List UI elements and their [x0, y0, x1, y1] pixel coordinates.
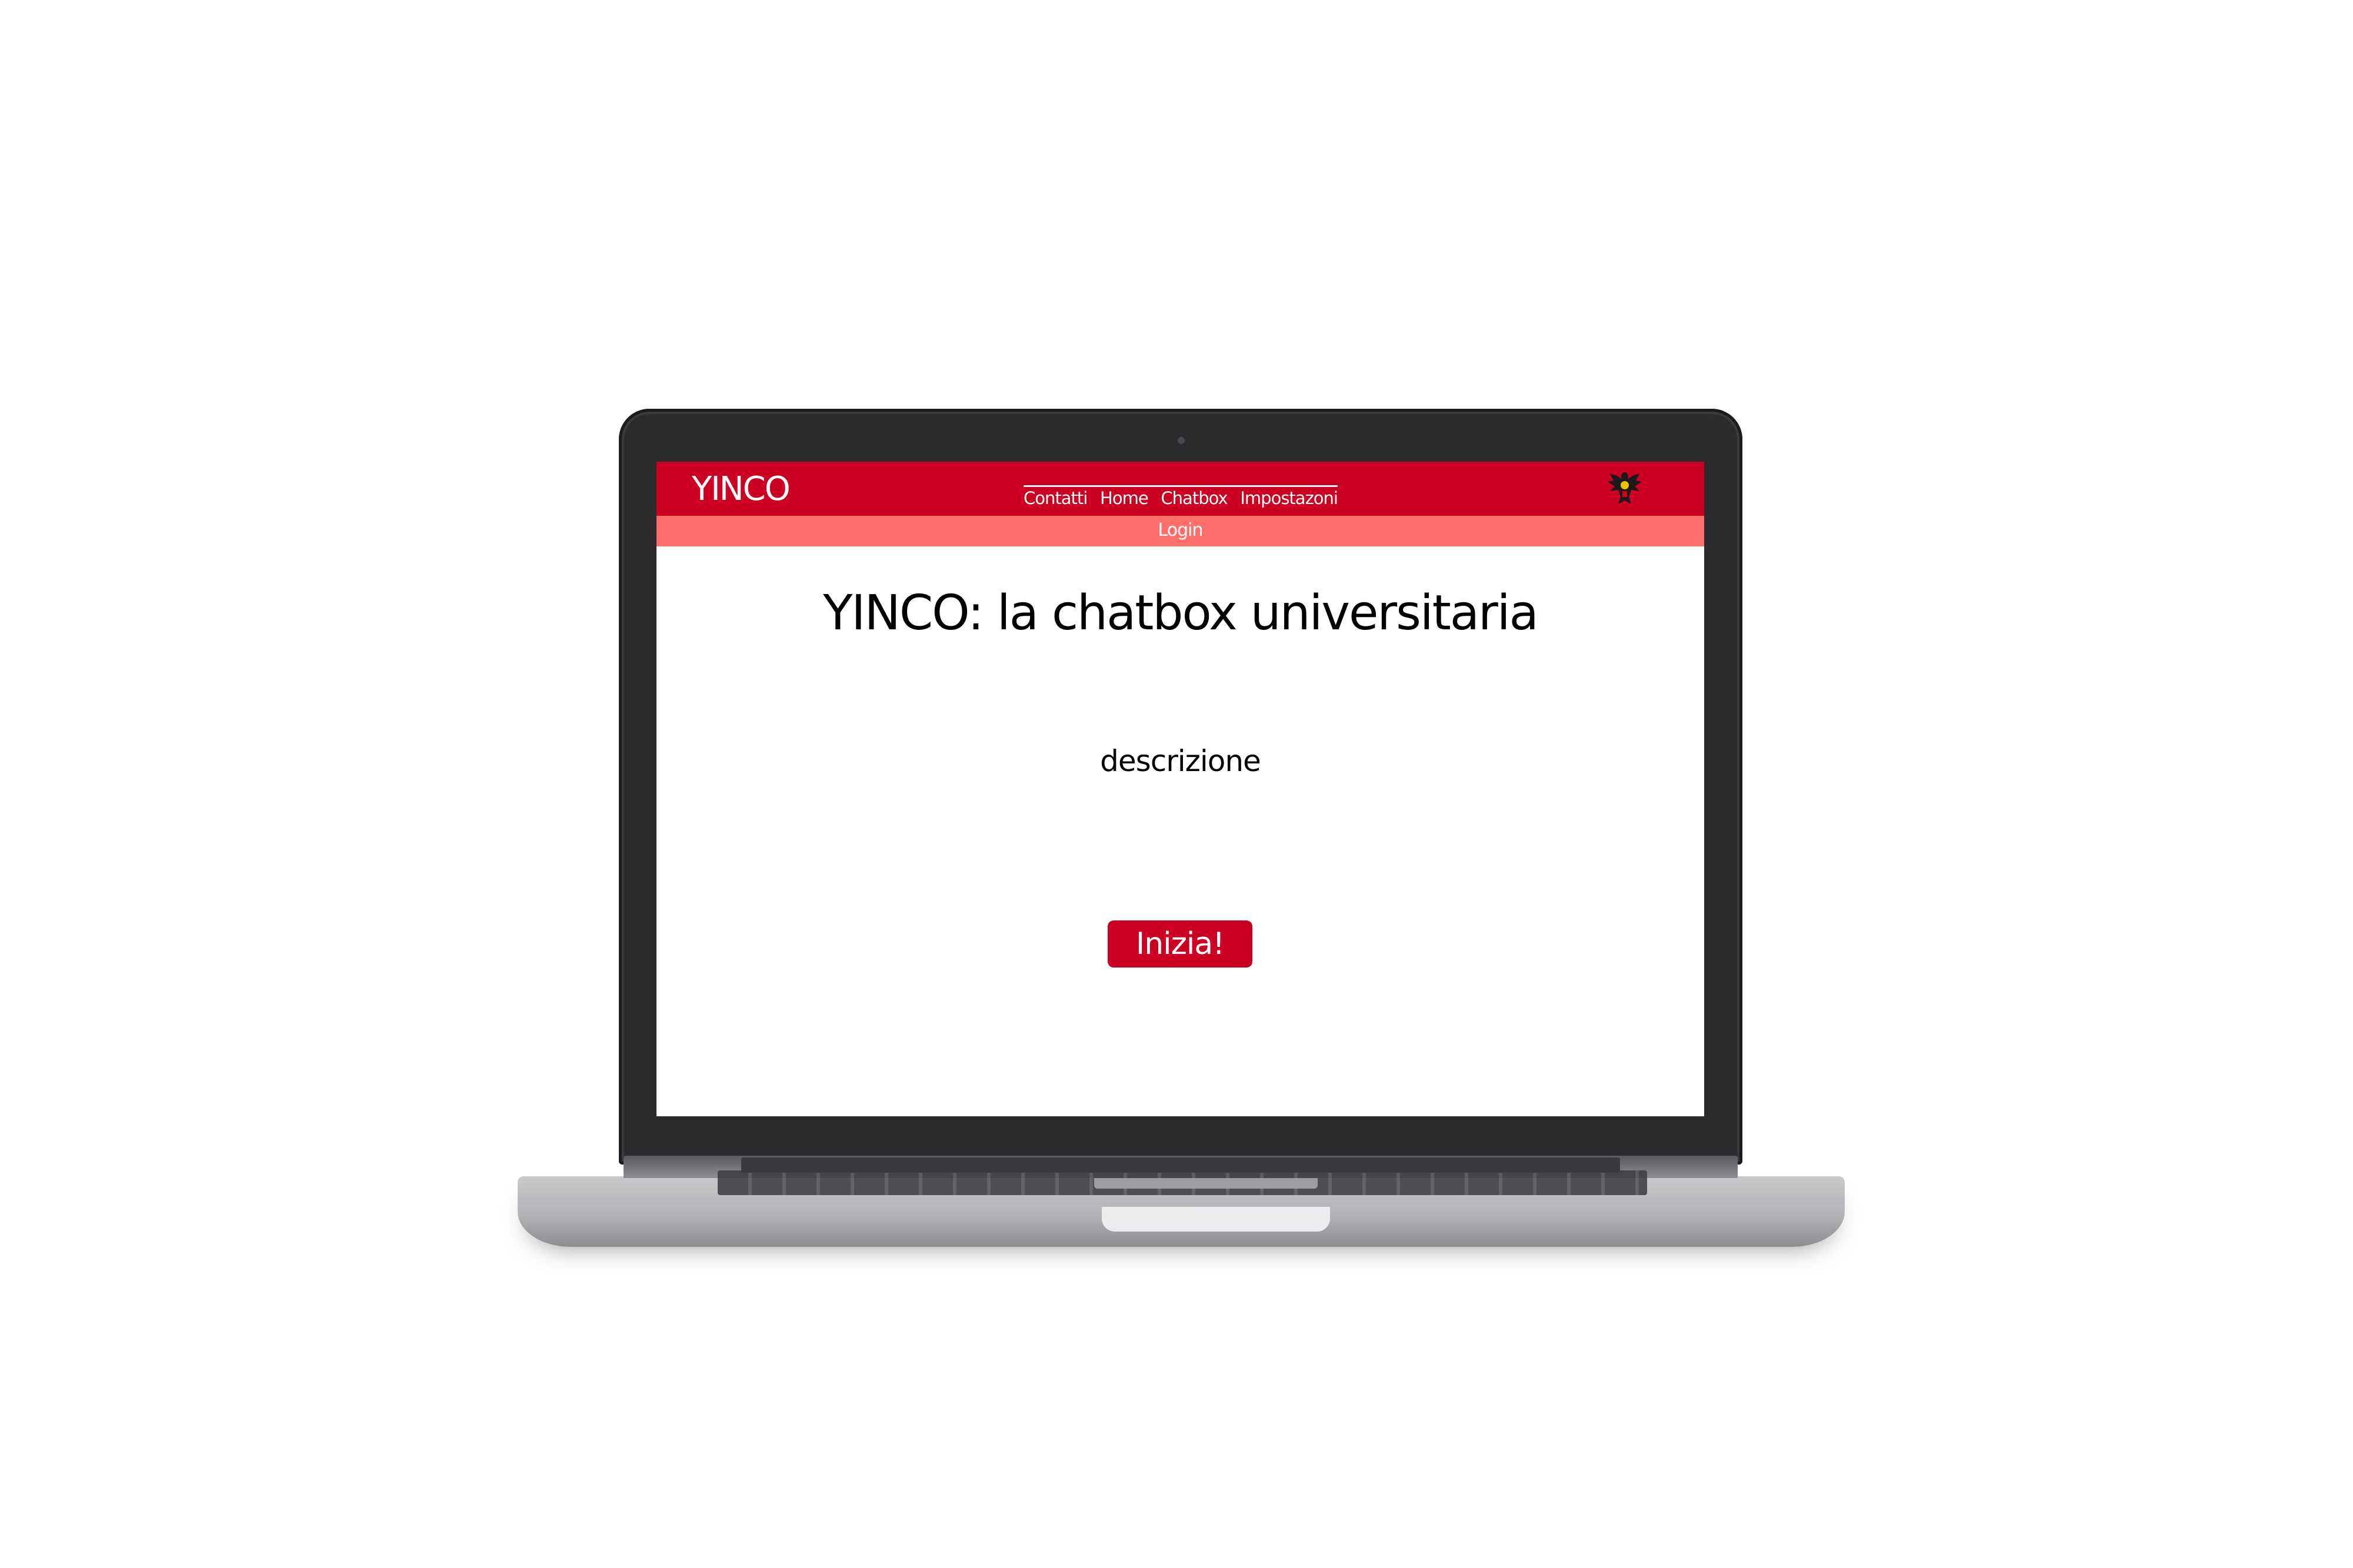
main-nav: Contatti Home Chatbox Impostazoni [1024, 485, 1338, 508]
site-logo[interactable]: YINCO [692, 470, 791, 508]
browser-screen: YINCO Contatti Home Chatbox Impostazoni … [656, 462, 1704, 1116]
webcam [1178, 437, 1185, 444]
login-bar: Login [656, 516, 1704, 546]
lid-opening-notch [1102, 1207, 1330, 1232]
bottom-bezel [656, 1116, 1704, 1153]
nav-item-chatbox[interactable]: Chatbox [1161, 488, 1228, 508]
nav-item-contatti[interactable]: Contatti [1024, 488, 1088, 508]
start-button[interactable]: Inizia! [1108, 920, 1252, 968]
page-title: YINCO: la chatbox universitaria [823, 585, 1539, 641]
description-text: descrizione [1100, 744, 1261, 778]
laptop-mockup: YINCO Contatti Home Chatbox Impostazoni … [0, 0, 2353, 1568]
nav-item-home[interactable]: Home [1100, 488, 1149, 508]
laptop-lid: YINCO Contatti Home Chatbox Impostazoni … [619, 409, 1742, 1165]
eagle-emblem-icon [1608, 472, 1642, 504]
nav-item-impostazioni[interactable]: Impostazoni [1240, 488, 1338, 508]
login-link[interactable]: Login [656, 520, 1704, 541]
laptop-hinge [741, 1157, 1620, 1173]
top-navbar: YINCO Contatti Home Chatbox Impostazoni [656, 462, 1704, 516]
trackpad-edge [1094, 1178, 1318, 1189]
